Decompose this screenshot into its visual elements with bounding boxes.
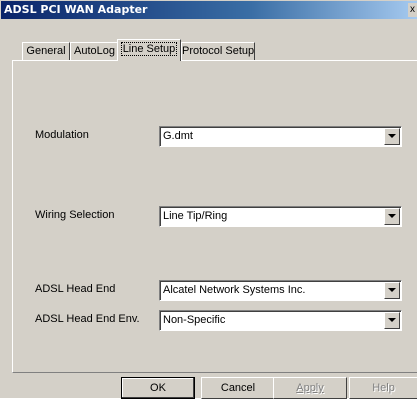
head-end-value: Alcatel Network Systems Inc. — [163, 284, 306, 296]
head-end-env-select[interactable]: Non-Specific — [159, 310, 402, 331]
head-end-env-value: Non-Specific — [163, 314, 226, 326]
help-button[interactable]: Help — [349, 377, 417, 399]
tab-autolog-label: AutoLog — [74, 45, 115, 57]
wiring-selection-value: Line Tip/Ring — [163, 210, 228, 222]
tab-protocol-setup-label: Protocol Setup — [182, 45, 255, 57]
line-setup-panel: Modulation G.dmt Wiring Selection Line T… — [12, 60, 417, 373]
apply-button-label: Apply — [296, 382, 324, 394]
chevron-down-icon[interactable] — [384, 208, 400, 225]
window-title: ADSL PCI WAN Adapter — [4, 3, 148, 16]
title-bar[interactable]: ADSL PCI WAN Adapter x — [1, 1, 417, 19]
head-end-env-label: ADSL Head End Env. — [35, 313, 140, 325]
chevron-down-icon[interactable] — [384, 312, 400, 329]
head-end-label: ADSL Head End — [35, 283, 116, 295]
cancel-button[interactable]: Cancel — [201, 377, 275, 399]
apply-button[interactable]: Apply — [273, 377, 347, 399]
tab-general-label: General — [26, 45, 66, 57]
tab-protocol-setup[interactable]: Protocol Setup — [181, 42, 255, 60]
modulation-value: G.dmt — [163, 130, 193, 142]
modulation-label: Modulation — [35, 129, 89, 141]
tab-general[interactable]: General — [22, 42, 70, 60]
chevron-down-icon[interactable] — [384, 282, 400, 299]
tab-line-setup[interactable]: Line Setup — [117, 39, 181, 61]
tab-autolog[interactable]: AutoLog — [70, 42, 119, 60]
chevron-down-icon[interactable] — [384, 128, 400, 145]
wiring-selection-select[interactable]: Line Tip/Ring — [159, 206, 402, 227]
dialog-window: ADSL PCI WAN Adapter x General AutoLog L… — [0, 0, 417, 399]
ok-button[interactable]: OK — [121, 377, 195, 399]
modulation-select[interactable]: G.dmt — [159, 126, 402, 147]
head-end-select[interactable]: Alcatel Network Systems Inc. — [159, 280, 402, 301]
close-icon[interactable]: x — [408, 3, 417, 17]
tab-line-setup-label: Line Setup — [120, 42, 178, 56]
wiring-selection-label: Wiring Selection — [35, 209, 115, 221]
